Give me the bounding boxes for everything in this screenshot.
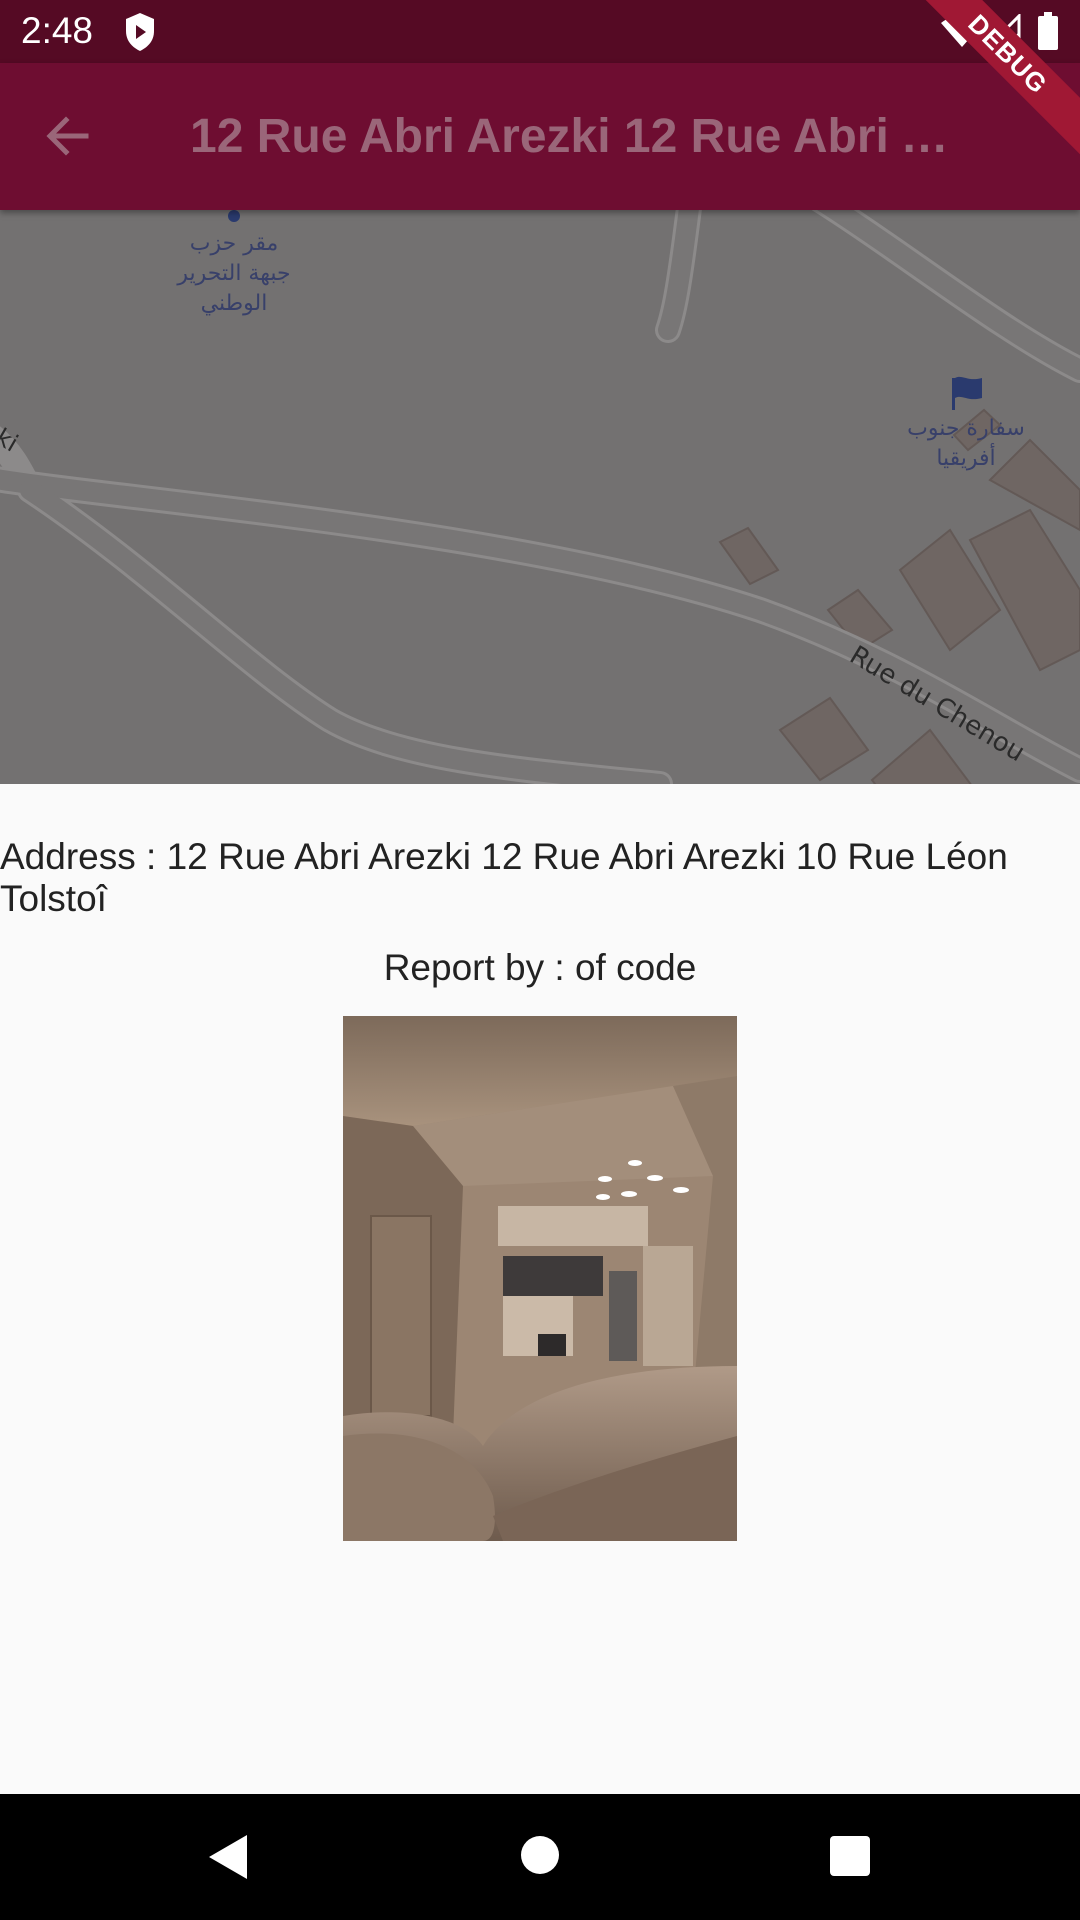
page-title: 12 Rue Abri Arezki 12 Rue Abri Arezki 10… bbox=[190, 110, 970, 163]
map-label-party-line3: الوطني bbox=[201, 291, 268, 316]
arrow-back-icon[interactable] bbox=[40, 108, 96, 164]
map-label-embassy-line1: سفارة جنوب bbox=[907, 416, 1025, 441]
shield-icon bbox=[126, 13, 154, 51]
nav-back-icon[interactable] bbox=[203, 1831, 255, 1883]
battery-icon bbox=[1038, 12, 1058, 50]
status-bar: 2:48 bbox=[0, 0, 1080, 63]
map-label-party-line1: مقر حزب bbox=[190, 231, 279, 256]
nav-recents-icon[interactable] bbox=[830, 1836, 870, 1876]
app-bar: 12 Rue Abri Arezki 12 Rue Abri Arezki 10… bbox=[0, 63, 1080, 210]
status-time: 2:48 bbox=[21, 10, 94, 51]
map-poi-dot[interactable] bbox=[228, 210, 240, 222]
flag-icon[interactable] bbox=[952, 376, 982, 410]
nav-bar bbox=[0, 1794, 1080, 1920]
cell-signal-icon bbox=[985, 14, 1021, 50]
map-view[interactable]: مقر حزب جبهة التحرير الوطني سفارة جنوب أ… bbox=[0, 210, 1080, 784]
nav-home-icon[interactable] bbox=[521, 1836, 559, 1874]
map-label-party-line2: جبهة التحرير bbox=[176, 261, 290, 286]
wifi-icon bbox=[941, 15, 983, 47]
map-label-embassy-line2: أفريقيا bbox=[936, 443, 995, 471]
address-text: Address : 12 Rue Abri Arezki 12 Rue Abri… bbox=[0, 836, 1008, 919]
map-canvas[interactable]: مقر حزب جبهة التحرير الوطني سفارة جنوب أ… bbox=[0, 210, 1080, 784]
report-photo bbox=[343, 1016, 737, 1541]
report-by-text: Report by : of code bbox=[383, 947, 697, 988]
